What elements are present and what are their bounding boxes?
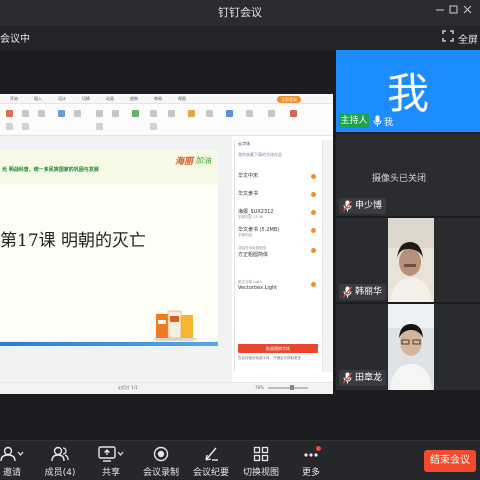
share-icon [88, 446, 134, 462]
slide-logo: 海丽 [175, 157, 194, 167]
ribbon-icon[interactable] [290, 110, 297, 117]
meeting-top-row [0, 26, 480, 50]
zoom-slider-knob[interactable] [290, 385, 294, 390]
menu-item[interactable]: 切换 [82, 94, 90, 104]
font-panel-title: 云字体 [238, 141, 250, 146]
ribbon-icon[interactable] [246, 110, 253, 117]
ribbon-icon[interactable] [132, 110, 139, 117]
mic-muted-icon [343, 284, 352, 300]
participant-nametag: 韩丽华 [339, 284, 387, 300]
login-button[interactable]: 立即登录 [277, 96, 301, 103]
menu-item[interactable]: 插入 [34, 94, 42, 104]
ribbon-icon[interactable] [58, 110, 65, 117]
ribbon-icon[interactable] [22, 123, 29, 130]
ribbon-icon[interactable] [206, 110, 213, 117]
side-toolbar [322, 140, 333, 372]
zoom-slider[interactable] [268, 387, 308, 389]
ribbon-icon[interactable] [226, 110, 233, 117]
download-icon[interactable] [311, 282, 316, 287]
ribbon-icon[interactable] [22, 110, 29, 117]
minutes-icon [188, 446, 234, 462]
download-icon[interactable] [311, 248, 316, 253]
record-button[interactable]: 会议录制 [138, 446, 184, 478]
ribbon-icon[interactable] [168, 110, 175, 117]
download-icon[interactable] [311, 192, 316, 197]
participant-nametag: 申少博 [339, 198, 387, 214]
slide-banner-text: 光 明战科普，统一多民族国家的巩固与发展 [2, 167, 99, 173]
ribbon-icon[interactable] [112, 110, 119, 117]
zoom-level: 78% [255, 385, 264, 390]
font-panel-note: 仅支持使用免费字体，开通会员获取更多 [238, 356, 301, 360]
download-icon[interactable] [311, 210, 316, 215]
ribbon-icon[interactable] [38, 110, 45, 117]
slide-counter: 幻灯片 1/1 [118, 385, 138, 390]
record-icon [138, 446, 184, 462]
slide-title: 第17课 明朝的灭亡 [0, 231, 147, 251]
font-panel-subtitle: 我的收藏下载的字体在此 [238, 152, 282, 157]
window-controls[interactable] [434, 4, 474, 19]
more-button[interactable]: 更多 [288, 446, 334, 478]
font-item[interactable]: 非会员可免费使用 方正粗圆简体 [238, 246, 316, 258]
slide-logo-sub: 加油 [195, 156, 211, 165]
ribbon-icon[interactable] [268, 110, 275, 117]
minutes-button[interactable]: 会议纪要 [188, 446, 234, 478]
ribbon-icon[interactable] [150, 110, 157, 117]
share-button[interactable]: 共享 [88, 446, 134, 478]
menu-item[interactable]: 放映 [130, 94, 138, 104]
menu-item[interactable]: 视图 [178, 94, 186, 104]
replace-font-button[interactable]: 批量替换字体 [238, 344, 318, 353]
more-icon [288, 446, 334, 462]
end-meeting-button[interactable]: 结束会议 [424, 450, 476, 472]
window-title: 钉钉会议 [218, 6, 262, 19]
ribbon-icon[interactable] [6, 110, 13, 117]
ribbon-icon[interactable] [6, 123, 13, 130]
my-avatar-text: 我 [386, 69, 429, 118]
menu-item[interactable]: 设计 [58, 94, 66, 104]
participant-video [388, 304, 434, 390]
mic-muted-icon [343, 198, 352, 214]
invite-button[interactable]: 邀请 [0, 446, 35, 478]
font-item[interactable]: 英文字体 Light Vectorbex Light [238, 280, 316, 291]
menu-item[interactable]: 审阅 [154, 94, 162, 104]
font-item[interactable]: 华文隶书 [238, 190, 316, 197]
notification-dot [316, 446, 321, 451]
font-item[interactable]: 华文中宋 [238, 172, 316, 179]
ribbon-icon[interactable] [74, 110, 81, 117]
members-icon [37, 446, 83, 462]
mic-icon [373, 115, 382, 130]
layout-icon [238, 446, 284, 462]
switch-view-button[interactable]: 切换视图 [238, 446, 284, 478]
download-icon[interactable] [311, 228, 316, 233]
camera-off-text: 摄像头已关闭 [372, 174, 427, 184]
download-icon[interactable] [311, 174, 316, 179]
invite-icon [0, 446, 35, 462]
mic-muted-icon [343, 370, 352, 386]
host-badge: 主持人 [339, 114, 369, 128]
font-item[interactable]: 海报_SUX2312 字体内容 12.5K [238, 208, 316, 220]
members-button[interactable]: 成员(4) [37, 446, 83, 478]
menu-item[interactable]: 动画 [106, 94, 114, 104]
menu-item[interactable]: 开始 [10, 94, 18, 104]
ribbon-icon[interactable] [96, 123, 103, 130]
participant-nametag: 田章龙 [339, 370, 387, 386]
expand-icon[interactable] [442, 30, 454, 45]
ribbon-toolbar [0, 104, 333, 136]
slide-footer-strip [0, 342, 218, 346]
participant-name: 我 [384, 118, 394, 128]
font-item[interactable]: 华文隶书 (5.2MB) 字体内容 [238, 226, 316, 238]
fullscreen-button[interactable]: 全屏 [458, 31, 478, 46]
book-image [152, 308, 198, 342]
ribbon-icon[interactable] [150, 123, 157, 130]
ribbon-icon[interactable] [188, 110, 195, 117]
ribbon-icon[interactable] [96, 110, 103, 117]
participant-video [388, 218, 434, 302]
meeting-status: 会议中 [0, 34, 30, 45]
